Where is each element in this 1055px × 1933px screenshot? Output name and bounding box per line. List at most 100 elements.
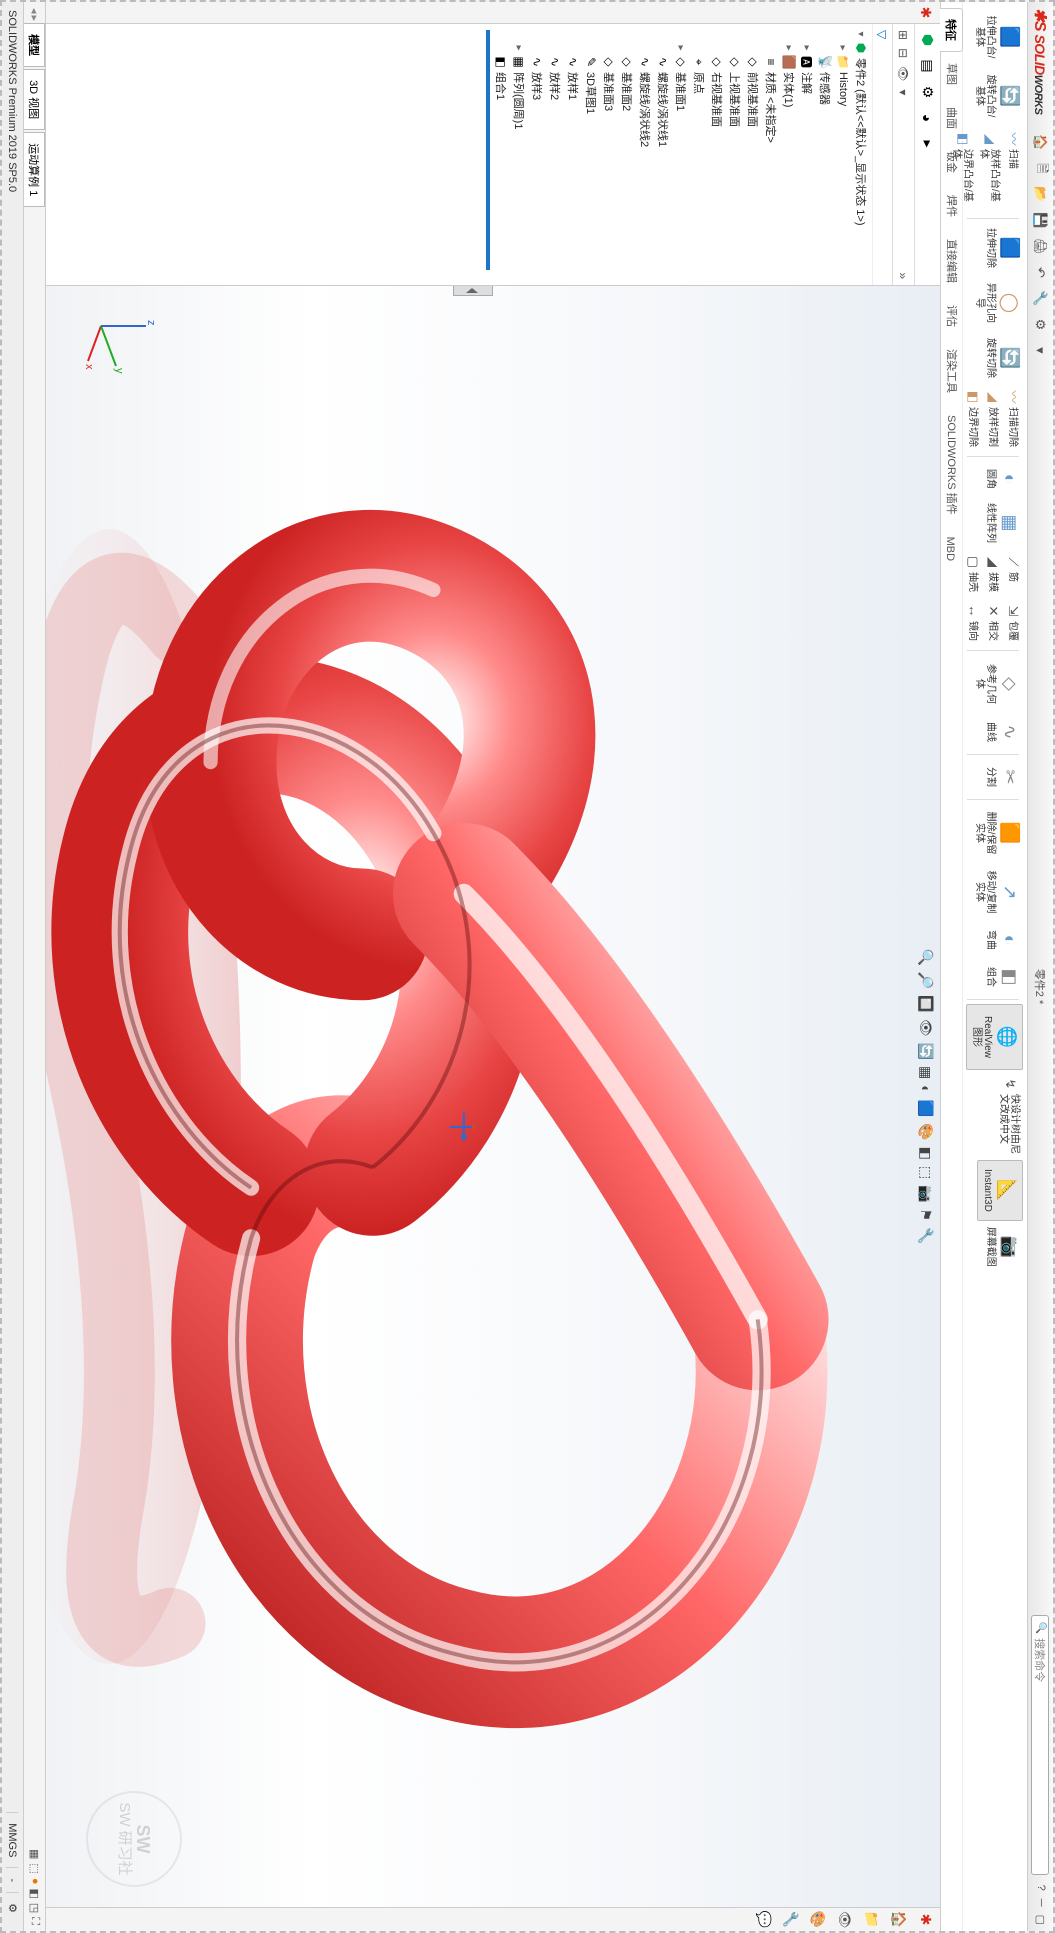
view-wire-icon[interactable]: ⬚ [28,1863,41,1873]
ribbon-旋转凸台/基体[interactable]: 🔄旋转凸台/基体 [972,67,1023,125]
help-icon[interactable]: ? [1034,1885,1047,1891]
bottom-tab-prev-icon[interactable]: ◂ [28,8,41,14]
panel-action-dropdown-icon[interactable]: ▾ [897,89,911,95]
tree-item-3D草图1[interactable]: ✎3D草图1 [582,24,600,285]
ribbon-边界切除[interactable]: ◧边界切除 [963,384,983,452]
bottom-tab-next-icon[interactable]: ▸ [28,16,41,22]
tree-item-螺旋线/涡状线2[interactable]: ∿螺旋线/涡状线2 [636,24,654,285]
taskpane-custom-icon[interactable]: 🔧 [782,1911,799,1928]
tree-item-原点[interactable]: ⌖原点 [690,24,708,285]
taskpane-view-icon[interactable]: 👁 [836,1911,853,1929]
panel-chevron-icon[interactable]: » [897,272,911,279]
taskpane-appearances-icon[interactable]: 🎨 [809,1911,826,1928]
tree-item-上视基准面[interactable]: ◇上视基准面 [726,24,744,285]
ribbon-tab-MBD[interactable]: MBD [941,526,960,572]
view-section-icon[interactable]: ◧ [28,1888,41,1898]
panel-tab-display-icon[interactable]: ◕ [918,108,938,128]
ribbon-弯曲[interactable]: ◐弯曲 [983,922,1023,958]
tree-root[interactable]: ▾⬢零件2 (默认<<默认>_显示状态 1>) [852,24,870,285]
ribbon-拉伸凸台/基体[interactable]: 🟦拉伸凸台/基体 [972,8,1023,66]
tree-item-基准面1[interactable]: ▸◇基准面1 [672,24,690,285]
view-normal-icon[interactable]: ▦ [28,1849,41,1859]
panel-tab-config-icon[interactable]: ⚙ [918,82,938,102]
ribbon-Instant3D[interactable]: 📐Instant3D [977,1160,1023,1221]
panel-action-collapse-icon[interactable]: ⊟ [897,48,911,58]
ribbon-参考几何体[interactable]: ◇参考几何体 [972,655,1023,713]
graphics-viewport[interactable]: 🔍🔎🔲👁🔄▦◐🟦🎨◧⬚📷⚑🔧 [46,286,940,1907]
ribbon-旋转切除[interactable]: 🔄旋转切除 [983,333,1023,383]
panel-tab-more-icon[interactable]: ▸ [918,134,938,154]
view-shaded-icon[interactable]: ● [28,1878,41,1885]
ribbon-放样凸台/基体[interactable]: ◢放样凸台/基体 [976,126,1003,214]
panel-tab-feature-tree-icon[interactable]: ⬢ [918,30,938,50]
panel-action-expand-icon[interactable]: ⊞ [897,30,911,40]
taskpane-forum-icon[interactable]: 💬 [755,1911,772,1928]
ribbon-tab-焊件[interactable]: 焊件 [941,184,964,228]
ribbon-包覆[interactable]: ⇲包覆 [1003,598,1023,646]
ribbon-tab-SOLIDWORKS 插件[interactable]: SOLIDWORKS 插件 [941,404,964,526]
tree-rollback-bar[interactable] [486,30,490,270]
ribbon-tab-特征[interactable]: 特征 [940,8,963,52]
tree-item-基准面2[interactable]: ◇基准面2 [618,24,636,285]
tree-item-螺旋线/涡状线1[interactable]: ∿螺旋线/涡状线1 [654,24,672,285]
sidestrip-logo-icon[interactable]: ✱ [917,7,934,19]
qat-undo-icon[interactable]: ↶ [1033,264,1049,280]
tree-item-前视基准面[interactable]: ◇前视基准面 [744,24,762,285]
ribbon-扫描切除[interactable]: 〰扫描切除 [1003,384,1023,452]
panel-tab-property-icon[interactable]: ▤ [918,56,938,76]
tree-item-右视基准面[interactable]: ◇右视基准面 [708,24,726,285]
tree-filter-row[interactable]: ▽ [872,24,892,285]
tree-item-传感器[interactable]: 📡传感器 [816,24,834,285]
ribbon-tab-曲面[interactable]: 曲面 [941,96,964,140]
taskpane-resources-icon[interactable]: 🏠 [890,1911,907,1928]
tree-item-放样1[interactable]: ∿放样1 [564,24,582,285]
tree-item-放样3[interactable]: ∿放样3 [528,24,546,285]
ribbon-相交[interactable]: ✕相交 [983,598,1003,646]
ribbon-tab-评估[interactable]: 评估 [941,294,964,338]
bottom-tab-3D 视图[interactable]: 3D 视图 [24,69,46,130]
qat-rebuild-icon[interactable]: 🔧 [1033,290,1049,306]
view-iso-icon[interactable]: ◳ [28,1903,41,1913]
tree-item-阵列(圆周)1[interactable]: ▸▦阵列(圆周)1 [510,24,528,285]
ribbon-镜向[interactable]: ↔镜向 [963,598,983,646]
maximize-icon[interactable]: ▢ [1034,1915,1047,1925]
ribbon-抽壳[interactable]: ▢抽壳 [963,549,983,597]
ribbon-拉伸切除[interactable]: 🟦拉伸切除 [983,223,1023,273]
tree-item-组合1[interactable]: ◧组合1 [492,24,510,285]
qat-new-icon[interactable]: 🗎 [1033,160,1049,176]
ribbon-屏幕截图[interactable]: 📷屏幕截图 [983,1222,1023,1272]
qat-save-icon[interactable]: 💾 [1033,212,1049,228]
ribbon-筋[interactable]: ⟋筋 [1003,549,1023,597]
ribbon-曲线[interactable]: ∿曲线 [983,714,1023,750]
ribbon-tab-钣金[interactable]: 钣金 [941,140,964,184]
ribbon-tab-草图[interactable]: 草图 [941,52,964,96]
ribbon-组合[interactable]: ◧组合 [983,959,1023,995]
ribbon-移动/复制实体[interactable]: ↗移动/复制实体 [972,863,1023,921]
tree-item-History[interactable]: ▸📁History [834,24,852,285]
ribbon-RealView 图形[interactable]: 🌐RealView 图形 [966,1004,1023,1070]
ribbon-分割[interactable]: ✂分割 [983,759,1023,795]
ribbon-删除/保留实体[interactable]: 🟧删除/保留实体 [972,804,1023,862]
tree-item-放样2[interactable]: ∿放样2 [546,24,564,285]
search-command-box[interactable]: 搜索命令 [1032,1615,1050,1875]
ribbon-线性阵列[interactable]: ▦线性阵列 [983,498,1023,548]
qat-print-icon[interactable]: 🖨 [1033,238,1049,254]
status-gear-icon[interactable]: ⚙ [6,1892,19,1923]
qat-options-icon[interactable]: ⚙ [1033,316,1049,332]
ribbon-tab-直接编辑[interactable]: 直接编辑 [941,228,964,294]
bottom-tab-运动算例 1[interactable]: 运动算例 1 [24,132,46,207]
taskpane-home-icon[interactable]: ✱ [917,1914,934,1926]
tree-item-基准面3[interactable]: ◇基准面3 [600,24,618,285]
tree-item-材质 <未指定>[interactable]: ≡材质 <未指定> [762,24,780,285]
tree-item-实体(1)[interactable]: ▸🟫实体(1) [780,24,798,285]
qat-dropdown-icon[interactable]: ▾ [1033,342,1049,358]
view-max-icon[interactable]: ⛶ [28,1917,41,1925]
taskpane-library-icon[interactable]: 📁 [863,1911,880,1928]
ribbon-tab-渲染工具[interactable]: 渲染工具 [941,338,964,404]
ribbon-异形孔向导[interactable]: ◯异形孔向导 [972,274,1023,332]
bottom-tab-模型[interactable]: 模型 [24,23,46,67]
ribbon-快设计树由尼文改成中文[interactable]: ↯快设计树由尼文改成中文 [996,1071,1023,1159]
status-units[interactable]: MMGS [7,1812,19,1867]
ribbon-拔模[interactable]: ◢拔模 [983,549,1003,597]
tree-item-注解[interactable]: ▸🅰注解 [798,24,816,285]
